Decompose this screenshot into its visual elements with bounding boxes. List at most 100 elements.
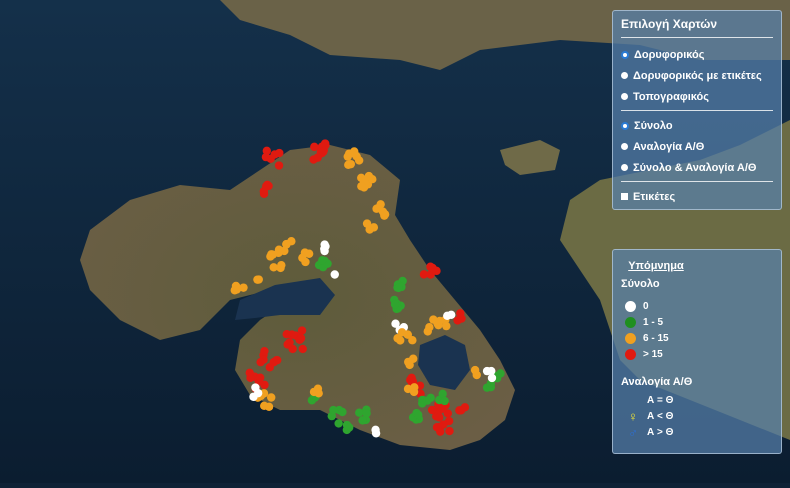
location-marker[interactable]	[445, 426, 454, 436]
location-marker[interactable]	[414, 410, 423, 420]
location-marker[interactable]	[357, 182, 366, 191]
location-marker[interactable]	[269, 263, 278, 272]
mode-total-option[interactable]: Σύνολο	[621, 115, 773, 136]
location-marker[interactable]	[287, 237, 296, 246]
location-marker[interactable]	[260, 346, 269, 356]
location-marker[interactable]	[259, 401, 269, 411]
location-marker[interactable]	[394, 283, 403, 293]
location-marker[interactable]	[330, 270, 339, 279]
labels-checkbox-option[interactable]: Ετικέτες	[621, 186, 773, 207]
option-label: Σύνολο	[634, 119, 673, 132]
location-marker[interactable]	[256, 373, 265, 382]
location-marker[interactable]	[298, 253, 307, 263]
location-marker[interactable]	[487, 366, 496, 376]
location-marker[interactable]	[282, 330, 291, 339]
location-marker[interactable]	[390, 300, 400, 309]
location-marker[interactable]	[455, 406, 464, 415]
location-marker[interactable]	[267, 250, 276, 259]
location-marker[interactable]	[310, 142, 319, 152]
legend-ratio-item: Α = Θ	[621, 392, 773, 408]
divider	[621, 110, 773, 111]
location-marker[interactable]	[320, 244, 329, 254]
divider	[621, 181, 773, 182]
location-marker[interactable]	[346, 159, 356, 169]
location-marker[interactable]	[274, 161, 284, 170]
location-marker[interactable]	[362, 219, 372, 228]
legend-item-label: > 15	[643, 348, 663, 360]
radio-icon[interactable]	[621, 93, 628, 100]
legend-total-item: 6 - 15	[621, 330, 773, 346]
legend-item-label: Α > Θ	[647, 426, 674, 438]
location-marker[interactable]	[408, 354, 418, 363]
option-label: Ετικέτες	[633, 190, 676, 203]
location-marker[interactable]	[231, 281, 241, 291]
legend-panel: Υπόμνημα Σύνολο 0 1 - 5 6 - 15 > 15 Αναλογί…	[612, 249, 782, 454]
location-marker[interactable]	[418, 399, 427, 408]
location-marker[interactable]	[443, 311, 452, 320]
location-marker[interactable]	[393, 334, 402, 343]
location-marker[interactable]	[457, 314, 466, 323]
location-marker[interactable]	[329, 405, 338, 415]
mode-ratio-option[interactable]: Αναλογία Α/Θ	[621, 136, 773, 157]
location-marker[interactable]	[438, 389, 447, 399]
option-label: Δορυφορικός με ετικέτες	[633, 69, 762, 82]
legend-dot-icon	[625, 300, 636, 312]
location-marker[interactable]	[372, 204, 381, 213]
legend-item-label: 1 - 5	[643, 316, 664, 328]
location-marker[interactable]	[283, 340, 292, 349]
location-marker[interactable]	[334, 419, 343, 428]
location-marker[interactable]	[432, 423, 442, 432]
location-marker[interactable]	[419, 270, 429, 279]
female-symbol-icon: ♀	[628, 408, 638, 424]
location-marker[interactable]	[251, 383, 260, 392]
basemap-topographic-option[interactable]: Τοπογραφικός	[621, 86, 773, 107]
location-marker[interactable]	[309, 387, 319, 397]
location-marker[interactable]	[440, 396, 449, 406]
location-marker[interactable]	[434, 320, 443, 330]
location-marker[interactable]	[262, 182, 271, 191]
legend-dot-icon	[625, 332, 636, 344]
location-marker[interactable]	[357, 173, 366, 182]
basemap-satellite-labels-option[interactable]: Δορυφορικός με ετικέτες	[621, 65, 773, 86]
location-marker[interactable]	[423, 327, 432, 336]
basemap-satellite-option[interactable]: Δορυφορικός	[621, 44, 773, 65]
radio-icon[interactable]	[621, 50, 629, 59]
location-marker[interactable]	[253, 275, 262, 284]
location-marker[interactable]	[273, 355, 282, 365]
location-marker[interactable]	[409, 387, 419, 397]
legend-total-item: 0	[621, 298, 773, 314]
checkbox-icon[interactable]	[621, 193, 628, 200]
location-marker[interactable]	[298, 344, 307, 354]
location-marker[interactable]	[343, 152, 352, 161]
location-marker[interactable]	[364, 171, 374, 181]
location-marker[interactable]	[342, 420, 352, 430]
radio-icon[interactable]	[621, 72, 628, 79]
option-label: Τοπογραφικός	[633, 90, 709, 103]
legend-item-label: Α < Θ	[647, 410, 674, 422]
location-marker[interactable]	[358, 416, 367, 425]
location-marker[interactable]	[371, 429, 381, 438]
location-marker[interactable]	[496, 369, 505, 378]
location-marker[interactable]	[245, 368, 254, 378]
radio-icon[interactable]	[621, 121, 629, 130]
radio-icon[interactable]	[621, 143, 628, 150]
location-marker[interactable]	[338, 407, 347, 417]
legend-item-label: 0	[643, 300, 649, 312]
location-marker[interactable]	[318, 256, 327, 265]
location-marker[interactable]	[435, 413, 444, 422]
location-marker[interactable]	[354, 156, 364, 165]
location-marker[interactable]	[270, 150, 279, 159]
location-marker[interactable]	[239, 283, 248, 292]
mode-total-ratio-option[interactable]: Σύνολο & Αναλογία Α/Θ	[621, 157, 773, 178]
radio-icon[interactable]	[621, 164, 628, 171]
legend-total-item: 1 - 5	[621, 314, 773, 330]
location-marker[interactable]	[355, 408, 364, 417]
location-marker[interactable]	[432, 266, 441, 276]
location-marker[interactable]	[296, 334, 306, 343]
location-marker[interactable]	[472, 370, 481, 380]
location-marker[interactable]	[256, 357, 265, 367]
legend-item-label: Α = Θ	[647, 394, 674, 406]
location-marker[interactable]	[267, 393, 276, 402]
location-marker[interactable]	[408, 336, 417, 345]
location-marker[interactable]	[319, 147, 328, 156]
